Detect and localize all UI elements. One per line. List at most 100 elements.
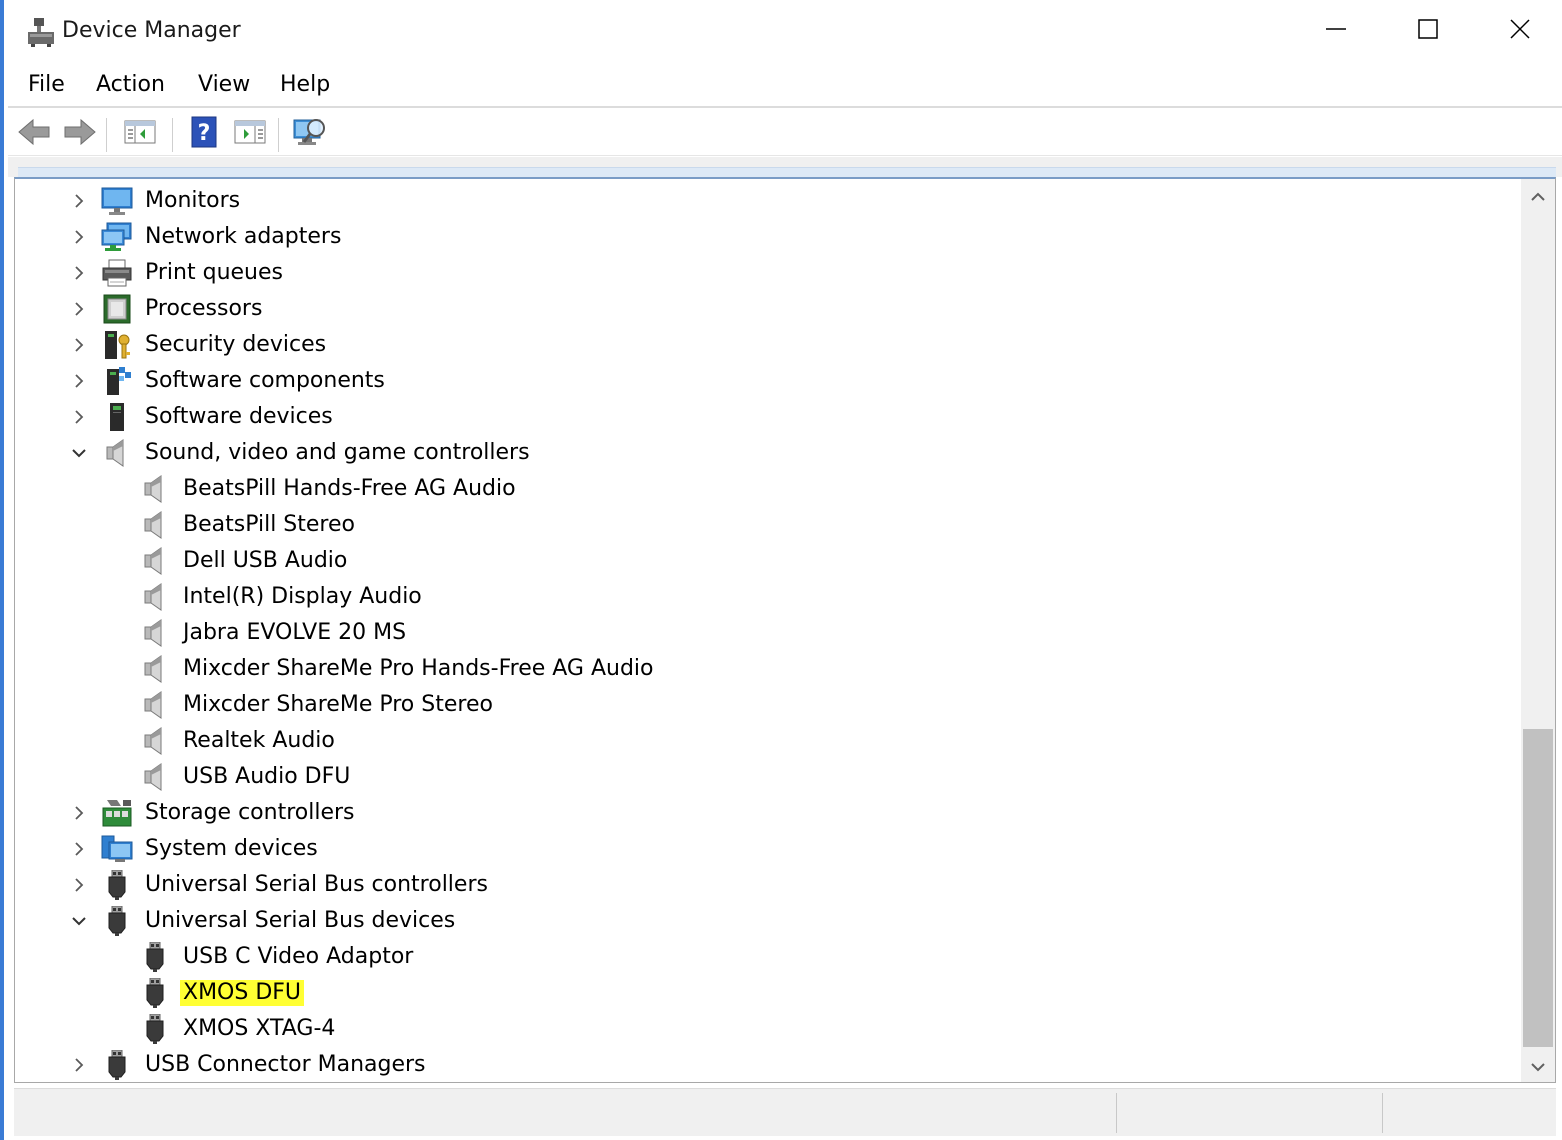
speaker-icon	[139, 690, 171, 720]
tree-category-processors[interactable]: Processors	[15, 291, 1515, 327]
scroll-up-button[interactable]	[1521, 179, 1555, 213]
menu-help[interactable]: Help	[280, 72, 330, 97]
maximize-button[interactable]	[1382, 0, 1474, 62]
monitor-icon	[101, 186, 133, 216]
tree-category-print-queues[interactable]: Print queues	[15, 255, 1515, 291]
chevron-right-icon[interactable]	[71, 265, 87, 281]
tree-device-usb-c-video-adaptor[interactable]: USB C Video Adaptor	[15, 939, 1515, 975]
tree-device-mixcder-shareme-pro-hands-free-ag-audio[interactable]: Mixcder ShareMe Pro Hands-Free AG Audio	[15, 651, 1515, 687]
scan-hardware-button[interactable]	[292, 116, 328, 152]
tree-item-label: Software devices	[145, 404, 333, 429]
chevron-right-icon[interactable]	[71, 301, 87, 317]
svg-text:?: ?	[198, 121, 211, 146]
tree-device-dell-usb-audio[interactable]: Dell USB Audio	[15, 543, 1515, 579]
tree-device-jabra-evolve-20-ms[interactable]: Jabra EVOLVE 20 MS	[15, 615, 1515, 651]
scrollbar-thumb[interactable]	[1523, 729, 1553, 1047]
tree-device-realtek-audio[interactable]: Realtek Audio	[15, 723, 1515, 759]
system-device-icon	[101, 834, 133, 864]
speaker-icon	[139, 618, 171, 648]
tree-item-label: BeatsPill Hands-Free AG Audio	[183, 476, 516, 501]
chevron-down-icon[interactable]	[71, 445, 87, 461]
tree-category-universal-serial-bus-devices[interactable]: Universal Serial Bus devices	[15, 903, 1515, 939]
back-button[interactable]	[16, 116, 52, 152]
window-title: Device Manager	[62, 18, 241, 43]
properties-icon	[233, 117, 267, 151]
usb-plug-icon	[101, 905, 133, 936]
tree-category-software-devices[interactable]: Software devices	[15, 399, 1515, 435]
tree-device-xmos-xtag-4[interactable]: XMOS XTAG-4	[15, 1011, 1515, 1047]
close-button[interactable]	[1474, 0, 1562, 62]
tree-category-storage-controllers[interactable]: Storage controllers	[15, 795, 1515, 831]
vertical-scrollbar[interactable]	[1521, 179, 1555, 1082]
minimize-icon	[1325, 18, 1347, 44]
toolbar: ?	[8, 108, 1562, 156]
tree-device-xmos-dfu[interactable]: XMOS DFU	[15, 975, 1515, 1011]
usb-plug-icon	[101, 1049, 133, 1080]
help-icon: ?	[189, 116, 219, 152]
console-header-strip	[8, 157, 1562, 178]
forward-button[interactable]	[62, 116, 98, 152]
scan-hardware-icon	[292, 116, 328, 152]
back-arrow-icon	[17, 117, 51, 151]
menu-action[interactable]: Action	[96, 72, 165, 97]
chevron-right-icon[interactable]	[71, 193, 87, 209]
tree-category-universal-serial-bus-controllers[interactable]: Universal Serial Bus controllers	[15, 867, 1515, 903]
help-button[interactable]: ?	[186, 116, 222, 152]
security-device-icon	[101, 330, 133, 360]
tree-item-label: Universal Serial Bus devices	[145, 908, 456, 933]
toolbar-separator	[278, 118, 279, 152]
chevron-right-icon[interactable]	[71, 373, 87, 389]
scroll-down-button[interactable]	[1521, 1049, 1555, 1082]
tree-device-usb-audio-dfu[interactable]: USB Audio DFU	[15, 759, 1515, 795]
tree-device-beatspill-stereo[interactable]: BeatsPill Stereo	[15, 507, 1515, 543]
properties-button[interactable]	[232, 116, 268, 152]
tree-category-software-components[interactable]: Software components	[15, 363, 1515, 399]
menu-bar: File Action View Help	[8, 66, 1562, 106]
tree-item-label: BeatsPill Stereo	[183, 512, 355, 537]
device-tree[interactable]: Monitors Network adapters Print queues Proc…	[14, 177, 1556, 1083]
chevron-right-icon[interactable]	[71, 877, 87, 893]
menu-view[interactable]: View	[198, 72, 250, 97]
show-hide-console-tree-button[interactable]	[122, 116, 158, 152]
chevron-right-icon[interactable]	[71, 841, 87, 857]
tree-category-security-devices[interactable]: Security devices	[15, 327, 1515, 363]
device-manager-window: Device Manager File Action View Help ? M…	[0, 0, 1562, 1140]
tree-category-system-devices[interactable]: System devices	[15, 831, 1515, 867]
tree-item-label: Sound, video and game controllers	[145, 440, 530, 465]
tree-item-label: Security devices	[145, 332, 327, 357]
network-adapter-icon	[101, 222, 133, 252]
status-separator	[1116, 1093, 1117, 1133]
chevron-right-icon[interactable]	[71, 337, 87, 353]
chevron-right-icon[interactable]	[71, 229, 87, 245]
tree-category-network-adapters[interactable]: Network adapters	[15, 219, 1515, 255]
tree-item-label: USB Connector Managers	[145, 1052, 426, 1077]
tree-category-sound-video-and-game-controllers[interactable]: Sound, video and game controllers	[15, 435, 1515, 471]
tree-device-beatspill-hands-free-ag-audio[interactable]: BeatsPill Hands-Free AG Audio	[15, 471, 1515, 507]
forward-arrow-icon	[63, 117, 97, 151]
speaker-icon	[139, 582, 171, 612]
tree-item-label: Realtek Audio	[183, 728, 335, 753]
close-icon	[1509, 18, 1531, 44]
tree-item-label: Dell USB Audio	[183, 548, 348, 573]
speaker-icon	[139, 762, 171, 792]
title-bar[interactable]: Device Manager	[8, 0, 1562, 62]
tree-item-label: USB C Video Adaptor	[183, 944, 414, 969]
tree-item-label: Print queues	[145, 260, 283, 285]
tree-item-label: Storage controllers	[145, 800, 355, 825]
chevron-right-icon[interactable]	[71, 409, 87, 425]
speaker-icon	[139, 654, 171, 684]
minimize-button[interactable]	[1290, 0, 1382, 62]
chevron-right-icon[interactable]	[71, 1057, 87, 1073]
speaker-icon	[139, 474, 171, 504]
chevron-right-icon[interactable]	[71, 805, 87, 821]
status-bar	[14, 1088, 1556, 1136]
tree-device-mixcder-shareme-pro-stereo[interactable]: Mixcder ShareMe Pro Stereo	[15, 687, 1515, 723]
tree-category-usb-connector-managers[interactable]: USB Connector Managers	[15, 1047, 1515, 1082]
chevron-down-icon[interactable]	[71, 913, 87, 929]
speaker-icon	[101, 438, 133, 468]
usb-plug-icon	[101, 869, 133, 900]
menu-file[interactable]: File	[28, 72, 65, 97]
tree-category-monitors[interactable]: Monitors	[15, 183, 1515, 219]
device-manager-icon	[26, 16, 56, 48]
tree-device-intel-r-display-audio[interactable]: Intel(R) Display Audio	[15, 579, 1515, 615]
